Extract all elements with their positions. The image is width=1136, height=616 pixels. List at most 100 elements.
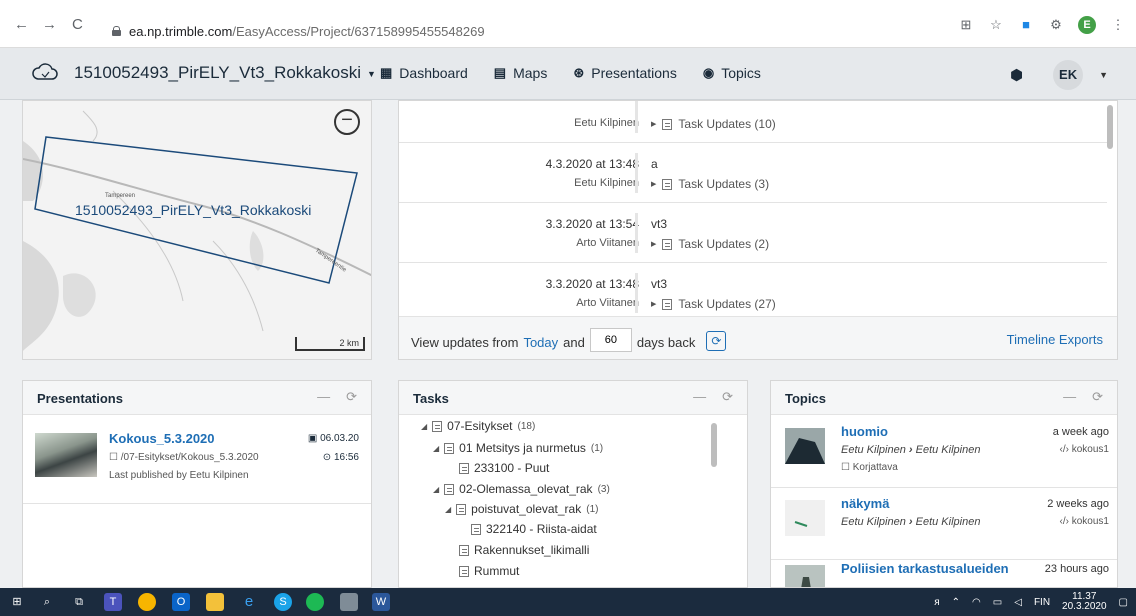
app-icon[interactable] (340, 593, 358, 611)
battery-icon[interactable]: ▭ (993, 597, 1002, 608)
settings-extension-icon[interactable]: ⚙ (1048, 17, 1064, 33)
task-updates-toggle[interactable]: ▶ Task Updates (3) (651, 177, 769, 191)
volume-icon[interactable]: ◁ (1014, 597, 1022, 608)
clock-icon: ⊙ (322, 452, 334, 463)
language-indicator[interactable]: FIN (1034, 597, 1050, 608)
tree-node[interactable]: 322140 - Riista-aidat (471, 522, 597, 536)
cloud-icon (32, 63, 58, 80)
file-explorer-icon[interactable] (206, 593, 224, 611)
presentation-published: Last published by Eetu Kilpinen (109, 470, 249, 481)
tree-node[interactable]: 233100 - Puut (459, 461, 549, 475)
topic-item[interactable]: Poliisien tarkastusalueiden 23 hours ago (771, 553, 1117, 587)
tree-node[interactable]: Rakennukset_likimalli (459, 543, 589, 557)
task-list-icon (471, 523, 481, 535)
word-icon[interactable]: W (372, 593, 390, 611)
user-menu[interactable]: EK ▼ (1053, 60, 1108, 90)
caret-right-icon: ▶ (651, 301, 657, 308)
notifications-icon[interactable]: ▢ (1119, 597, 1128, 608)
today-link[interactable]: Today (523, 335, 558, 350)
map-canvas[interactable]: Tampereen Tampereentie (23, 101, 372, 360)
update-row: 3.3.2020 at 13:48 Arto Viitanen vt3 ▶ Ta… (399, 263, 1107, 323)
expand-icon[interactable]: ◢ (433, 485, 439, 494)
chevron-down-icon: ▼ (367, 68, 376, 79)
windows-extension-icon[interactable]: ■ (1018, 17, 1034, 33)
map-panel[interactable]: Tampereen Tampereentie − 1510052493_PirE… (22, 100, 372, 360)
presentation-thumbnail[interactable] (35, 433, 97, 477)
task-updates-toggle[interactable]: ▶ Task Updates (2) (651, 237, 769, 251)
reload-button[interactable]: C (72, 17, 83, 32)
minimize-icon[interactable]: — (693, 389, 706, 405)
task-updates-toggle[interactable]: ▶ Task Updates (27) (651, 297, 776, 311)
nav-topics[interactable]: ◉ Topics (703, 65, 761, 81)
topic-code: ‹/› kokous1 (1059, 516, 1109, 527)
update-date: 4.3.2020 at 13:48 (545, 157, 639, 171)
nav-presentations[interactable]: ⊛ Presentations (573, 65, 677, 81)
refresh-icon[interactable]: ⟳ (1092, 389, 1103, 405)
project-selector[interactable]: 1510052493_PirELY_Vt3_Rokkakoski ▼ (74, 63, 376, 83)
expand-icon[interactable]: ◢ (433, 444, 439, 453)
search-icon[interactable]: ⌕ (38, 593, 56, 611)
spotify-icon[interactable] (306, 593, 324, 611)
tree-node[interactable]: Rummut (459, 564, 519, 578)
extension-icons: ⊞ ☆ ■ ⚙ E ⋮ (958, 16, 1126, 34)
code-icon: ‹/› (1059, 444, 1072, 455)
outlook-icon[interactable]: O (172, 593, 190, 611)
presentation-time: ⊙ 16:56 (322, 452, 359, 463)
topic-thumbnail (785, 565, 825, 587)
tree-node[interactable]: ◢ poistuvat_olevat_rak (1) (445, 502, 598, 516)
tree-node[interactable]: ◢ 07-Esitykset (18) (421, 419, 535, 433)
profile-avatar[interactable]: E (1078, 16, 1096, 34)
expand-icon[interactable]: ◢ (421, 422, 427, 431)
nav-dashboard[interactable]: ▦ Dashboard (380, 65, 468, 81)
task-view-icon[interactable]: ⧉ (70, 593, 88, 611)
browser-toolbar: ← → C ea.np.trimble.com/EasyAccess/Proje… (0, 0, 1136, 48)
refresh-icon[interactable]: ⟳ (346, 389, 357, 405)
update-author: Arto Viitanen (576, 297, 639, 309)
expand-icon[interactable]: ◢ (445, 505, 451, 514)
skype-icon[interactable]: S (274, 593, 292, 611)
people-icon[interactable]: ᴙ (934, 597, 939, 608)
chrome-icon[interactable] (138, 593, 156, 611)
nav-topics-label: Topics (721, 65, 761, 81)
task-updates-label: Task Updates (27) (678, 297, 776, 311)
tasks-scrollbar[interactable] (711, 423, 717, 467)
tree-node[interactable]: ◢ 01 Metsitys ja nurmetus (1) (433, 441, 603, 455)
windows-start-icon[interactable]: ⊞ (8, 593, 26, 611)
minimize-icon[interactable]: — (317, 389, 330, 405)
address-bar[interactable]: ea.np.trimble.com/EasyAccess/Project/637… (112, 20, 912, 42)
updates-scrollbar[interactable] (1107, 105, 1113, 149)
task-updates-label: Task Updates (3) (678, 177, 770, 191)
timeline-exports-link[interactable]: Timeline Exports (1007, 332, 1103, 347)
road-label: Tampereen (105, 193, 135, 199)
topic-item[interactable]: huomio Eetu Kilpinen › Eetu Kilpinen ☐ K… (771, 416, 1117, 488)
presentation-name[interactable]: Kokous_5.3.2020 (109, 431, 215, 446)
minimize-icon[interactable]: — (1063, 389, 1076, 405)
presentations-widget: Presentations — ⟳ Kokous_5.3.2020 ☐ /07-… (22, 380, 372, 588)
task-updates-toggle[interactable]: ▶ Task Updates (10) (651, 117, 776, 131)
chevron-up-icon[interactable]: ⌃ (952, 597, 960, 608)
browser-menu-icon[interactable]: ⋮ (1110, 17, 1126, 33)
refresh-icon[interactable]: ⟳ (706, 330, 727, 351)
maps-icon: ▤ (493, 65, 507, 80)
bookmark-star-icon[interactable]: ☆ (988, 17, 1004, 33)
back-button[interactable]: ← (14, 17, 29, 32)
teams-icon[interactable]: T (104, 593, 122, 611)
edge-icon[interactable]: e (240, 593, 258, 611)
project-title: 1510052493_PirELY_Vt3_Rokkakoski (74, 63, 361, 82)
zoom-out-button[interactable]: − (334, 109, 360, 135)
3d-viewer-icon[interactable]: ⬢ (1010, 66, 1023, 84)
network-icon[interactable]: ◠ (972, 597, 981, 608)
days-back-input[interactable] (589, 328, 632, 352)
update-date: 3.3.2020 at 13:48 (545, 277, 639, 291)
update-author: Eetu Kilpinen (574, 117, 639, 129)
forward-button[interactable]: → (42, 17, 57, 32)
topic-item[interactable]: näkymä Eetu Kilpinen › Eetu Kilpinen 2 w… (771, 488, 1117, 560)
clock[interactable]: 11.37 20.3.2020 (1062, 592, 1107, 612)
topics-widget: Topics — ⟳ huomio Eetu Kilpinen › Eetu K… (770, 380, 1118, 588)
refresh-icon[interactable]: ⟳ (722, 389, 733, 405)
nav-maps[interactable]: ▤ Maps (494, 65, 548, 81)
topics-icon: ◉ (702, 65, 715, 80)
top-navigation: ▦ Dashboard ▤ Maps ⊛ Presentations ◉ Top… (380, 65, 761, 81)
tree-node[interactable]: ◢ 02-Olemassa_olevat_rak (3) (433, 482, 610, 496)
translate-icon[interactable]: ⊞ (958, 17, 974, 33)
